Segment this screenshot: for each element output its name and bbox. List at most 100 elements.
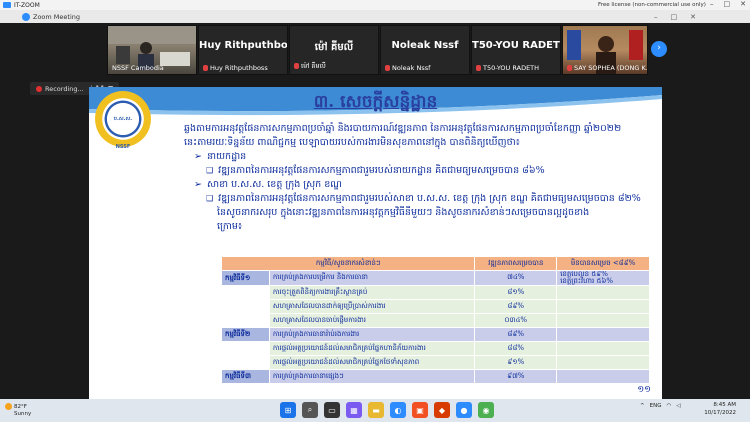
participant-gallery: NSSF Cambodia Huy Rithputhboss Huy Rithp… [0, 23, 750, 77]
weather-desc: Sunny [14, 411, 32, 417]
weather-temp: 82°F [14, 404, 27, 410]
close-icon[interactable]: ✕ [740, 0, 746, 8]
store-icon[interactable]: ▣ [412, 402, 428, 418]
participant-tile[interactable]: SAY SOPHEA (DONG K... [562, 25, 648, 75]
taskbar: 82°F Sunny ⊞ ⌕ ▭ ▦ ▬ ◐ ▣ ◆ ● ◉ ^ ENG ◠ ◁… [0, 399, 750, 422]
participant-tile[interactable]: Huy Rithputhboss Huy Rithputhboss [198, 25, 288, 75]
progress-cell: ៨៨% [474, 341, 558, 356]
participant-label: Noleak Nssf [385, 64, 430, 72]
zoom-taskbar-icon[interactable]: ● [456, 402, 472, 418]
tray-chevron-icon[interactable]: ^ [640, 403, 645, 409]
muted-mic-icon [476, 65, 481, 71]
program-cell: កម្មវិធីទី២ [221, 327, 270, 342]
file-explorer-icon[interactable]: ▬ [368, 402, 384, 418]
muted-mic-icon [294, 63, 299, 69]
participant-tile[interactable]: NSSF Cambodia [107, 25, 197, 75]
app-logo-icon [3, 2, 11, 8]
indicator-cell: សហគ្រាសដែលបានដាក់ឲ្យប្រើប្រាស់ការងារ [268, 299, 476, 314]
recording-label: Recording... [45, 84, 84, 93]
participant-label: ម៉ៅ គីមលី [294, 62, 326, 72]
indicator-cell: សហគ្រាសដែលបានចាប់ផ្តើមការងារ [268, 313, 476, 328]
maximize-icon[interactable]: □ [724, 0, 731, 8]
task-view-icon[interactable]: ▭ [324, 402, 340, 418]
bullet-subitem: ❑ វឌ្ឍនភាពនៃការអនុវត្តផែនការសកម្មភាពជារួម… [206, 193, 641, 204]
clock[interactable]: 8:45 AM 10/17/2022 [704, 402, 736, 417]
license-text: Free license (non-commercial use only) [598, 2, 706, 8]
chrome-icon[interactable]: ◉ [478, 402, 494, 418]
participant-tile[interactable]: ម៉ៅ គីមលី ម៉ៅ គីមលី [289, 25, 379, 75]
progress-cell: ០៣៤% [474, 313, 558, 328]
program-cell [221, 299, 270, 314]
weather-widget[interactable]: 82°F Sunny [5, 403, 31, 418]
not-achieved-cell [556, 341, 650, 356]
participant-name: ម៉ៅ គីមលី [314, 42, 354, 53]
program-cell: កម្មវិធីទី៣ [221, 369, 270, 384]
indicator-cell: ការផ្តល់អត្ថប្រយោជន៍ដល់សមាជិកគ្រប់ផ្នែកថ… [268, 355, 476, 370]
indicator-cell: ការគ្រប់គ្រងការធានាផ្សេងៗ [268, 369, 476, 384]
indicator-cell: ការចុះត្រួតពិនិត្យការងារគ្រឹះស្ថានគ្រប់ [268, 285, 476, 300]
search-icon[interactable]: ⌕ [302, 402, 318, 418]
program-cell [221, 355, 270, 370]
table-row: ការចុះត្រួតពិនិត្យការងារគ្រឹះស្ថានគ្រប់៨… [221, 285, 650, 300]
outer-titlebar: IT-ZOOM Free license (non-commercial use… [0, 0, 750, 10]
table-header: មិនបានសម្រេច <៨៩% [556, 256, 650, 271]
not-achieved-entry: ខេត្តព្រះវិហារ ៥៦% [560, 277, 614, 285]
bullet-subitem-cont: នៃសូចនាករសរុប ក្នុងនោះវឌ្ឍនភាពនៃការអនុវត… [217, 207, 590, 218]
start-icon[interactable]: ⊞ [280, 402, 296, 418]
participant-label: Huy Rithputhboss [203, 64, 268, 72]
table-row: សហគ្រាសដែលបានដាក់ឲ្យប្រើប្រាស់ការងារ ៨៩% [221, 299, 650, 314]
volume-icon[interactable]: ◁ [676, 403, 680, 409]
progress-table: កម្មវិធី/សូចនាករសំខាន់ៗ វឌ្ឍនភាពសម្រេចបា… [220, 256, 650, 384]
shared-slide: ប.ស.ស. NSSF ៣. សេចក្តីសន្និដ្ឋាន ឆ្លងតាម… [89, 87, 662, 400]
bullet-item: ➢ នាយកដ្ឋាន [194, 151, 247, 162]
progress-cell: ៧៤% [474, 270, 558, 286]
slide-body: ឆ្លងតាមការអនុវត្តផែនការសកម្មភាពប្រចាំឆ្ន… [184, 116, 654, 234]
participant-name: Noleak Nssf [391, 40, 459, 51]
wifi-icon[interactable]: ◠ [666, 403, 671, 409]
indicator-cell: ការគ្រប់គ្រងការធានារ៉ាប់រងការងារ [268, 327, 476, 342]
not-achieved-cell [556, 355, 650, 370]
table-row: ការផ្តល់អត្ថប្រយោជន៍ដល់សមាជិកគ្រប់ផ្នែកថ… [221, 355, 650, 370]
language-indicator[interactable]: ENG [650, 403, 662, 409]
table-row: កម្មវិធីទី២ ការគ្រប់គ្រងការធានារ៉ាប់រងការ… [221, 327, 650, 342]
participant-name: T50-YOU RADETH [472, 40, 561, 51]
table-row: សហគ្រាសដែលបានចាប់ផ្តើមការងារ ០៣៤% [221, 313, 650, 328]
table-header: វឌ្ឍនភាពសម្រេចបាន [474, 256, 558, 271]
edge-icon[interactable]: ◐ [390, 402, 406, 418]
zoom-logo-icon [22, 12, 30, 21]
slide-page-number: ១១ [637, 385, 651, 395]
intro-line: ឆ្លងតាមការអនុវត្តផែនការសកម្មភាពប្រចាំឆ្ន… [184, 123, 622, 134]
intro-line: នេះតាមរយៈទិន្នន័យ ពាណិជ្ជកម្ម បេឡាបាយរបស… [184, 137, 520, 148]
zoom-maximize-icon[interactable]: □ [671, 13, 678, 21]
indicator-cell: ការគ្រប់គ្រងការបម្រើការ និងការធានា [268, 270, 476, 286]
table-header: កម្មវិធី/សូចនាករសំខាន់ៗ [220, 256, 476, 271]
zoom-minimize-icon[interactable]: – [654, 13, 658, 21]
clock-date: 10/17/2022 [704, 409, 736, 416]
progress-cell: ៩៧% [474, 369, 558, 384]
zoom-close-icon[interactable]: ✕ [690, 13, 696, 21]
table-row: កម្មវិធីទី៣ ការគ្រប់គ្រងការធានាផ្សេងៗ ៩៧% [221, 369, 650, 384]
minimize-icon[interactable]: – [710, 0, 714, 8]
bullet-item: ➢ សាខា ប.ស.ស. ខេត្ត ក្រុង ស្រុក ខណ្ឌ [194, 179, 342, 190]
participant-name: Huy Rithputhboss [199, 40, 288, 51]
clock-time: 8:45 AM [713, 402, 736, 408]
program-cell: កម្មវិធីទី១ [221, 270, 270, 286]
not-achieved-cell [556, 313, 650, 328]
program-cell [221, 341, 270, 356]
muted-mic-icon [567, 65, 572, 71]
participant-tile[interactable]: T50-YOU RADETH T50-YOU RADETH [471, 25, 561, 75]
system-tray: ^ ENG ◠ ◁ [640, 403, 681, 409]
zoom-titlebar: Zoom Meeting – □ ✕ [0, 10, 750, 23]
progress-cell: ៨៩% [474, 299, 558, 314]
not-achieved-cell [556, 299, 650, 314]
muted-mic-icon [385, 65, 390, 71]
slide-title: ៣. សេចក្តីសន្និដ្ឋាន [313, 92, 438, 112]
program-cell [221, 313, 270, 328]
table-row: កម្មវិធីទី១ ការគ្រប់គ្រងការបម្រើការ និងកា… [221, 270, 650, 286]
progress-cell: ៨៩% [474, 327, 558, 342]
next-page-button[interactable]: › [651, 41, 667, 57]
participant-tile[interactable]: Noleak Nssf Noleak Nssf [380, 25, 470, 75]
not-achieved-cell [556, 285, 650, 300]
widgets-icon[interactable]: ▦ [346, 402, 362, 418]
office-icon[interactable]: ◆ [434, 402, 450, 418]
